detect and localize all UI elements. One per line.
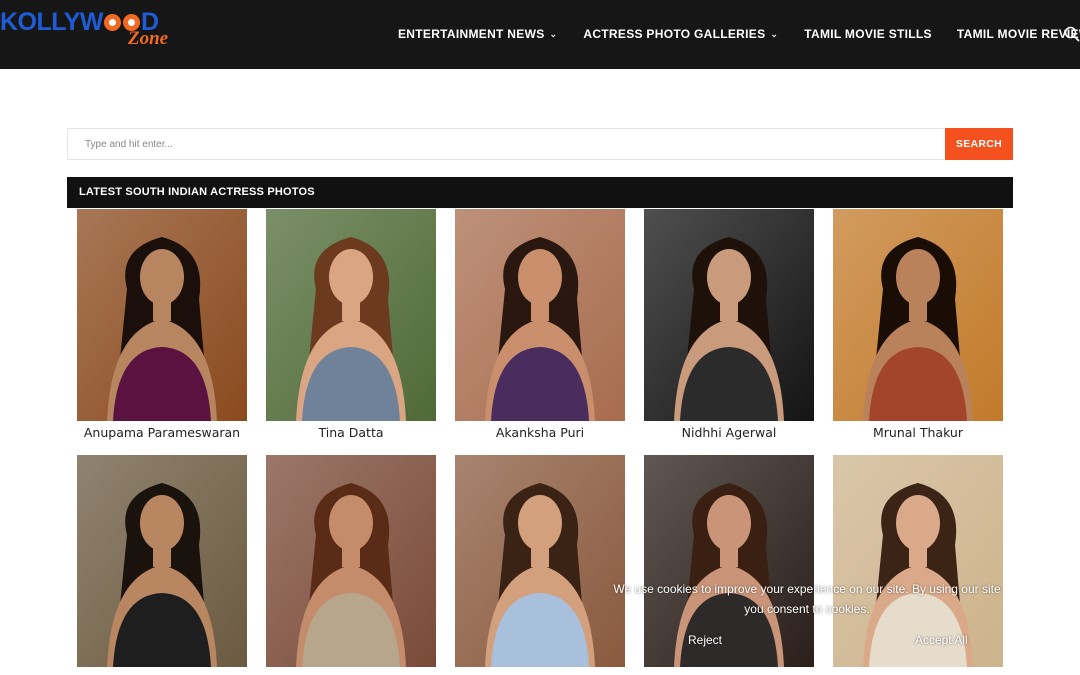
film-reel-icon	[104, 14, 122, 31]
logo-subtext: Zone	[128, 28, 169, 49]
nav-tamil-movie-stills[interactable]: TAMIL MOVIE STILLS	[804, 27, 932, 41]
actress-photo[interactable]	[266, 455, 436, 667]
actress-name[interactable]: Akanksha Puri	[445, 425, 635, 440]
cookie-message-line2: you consent to cookies.	[744, 601, 870, 616]
cookie-message: We use cookies to improve your experienc…	[602, 580, 1012, 619]
nav-entertainment-news[interactable]: ENTERTAINMENT NEWS ⌄	[398, 27, 557, 41]
nav-actress-photo-galleries[interactable]: ACTRESS PHOTO GALLERIES ⌄	[583, 27, 778, 41]
actress-photo[interactable]	[644, 209, 814, 421]
actress-photo[interactable]	[833, 209, 1003, 421]
nav-label: TAMIL MOVIE STILLS	[804, 27, 932, 41]
cookie-message-line1: We use cookies to improve your experienc…	[613, 582, 1001, 596]
actress-photo[interactable]	[77, 209, 247, 421]
site-header: KOLLYW D Zone ENTERTAINMENT NEWS ⌄ ACTRESS…	[0, 0, 1080, 69]
actress-name[interactable]: Nidhhi Agerwal	[634, 425, 824, 440]
site-logo[interactable]: KOLLYW D Zone	[0, 6, 180, 52]
chevron-down-icon: ⌄	[549, 28, 558, 39]
actress-name[interactable]: Mrunal Thakur	[823, 425, 1013, 440]
nav-label: ENTERTAINMENT NEWS	[398, 27, 545, 41]
nav-tamil-movie-reviews[interactable]: TAMIL MOVIE REVIEWS	[957, 27, 1080, 41]
search-button[interactable]: SEARCH	[945, 128, 1013, 160]
chevron-down-icon: ⌄	[770, 28, 779, 39]
actress-name[interactable]: Tina Datta	[256, 425, 446, 440]
section-title: LATEST SOUTH INDIAN ACTRESS PHOTOS	[79, 186, 315, 198]
nav-label: TAMIL MOVIE REVIEWS	[956, 27, 1080, 41]
section-header: LATEST SOUTH INDIAN ACTRESS PHOTOS	[67, 177, 1013, 208]
cookie-notice: We use cookies to improve your experienc…	[602, 575, 1012, 655]
actress-photo[interactable]	[266, 209, 436, 421]
cookie-accept-button[interactable]: Accept All	[915, 633, 968, 647]
actress-name[interactable]: Anupama Parameswaran	[67, 425, 257, 440]
logo-text-kollyw: KOLLYW	[0, 8, 104, 36]
cookie-reject-button[interactable]: Reject	[688, 633, 722, 647]
actress-photo[interactable]	[455, 209, 625, 421]
main-navigation: ENTERTAINMENT NEWS ⌄ ACTRESS PHOTO GALLER…	[398, 27, 1080, 41]
search-input[interactable]	[67, 128, 945, 160]
search-form: SEARCH	[67, 128, 1013, 160]
actress-photo[interactable]	[455, 455, 625, 667]
actress-photo[interactable]	[77, 455, 247, 667]
search-icon[interactable]	[1064, 26, 1080, 42]
nav-label: ACTRESS PHOTO GALLERIES	[583, 27, 766, 41]
